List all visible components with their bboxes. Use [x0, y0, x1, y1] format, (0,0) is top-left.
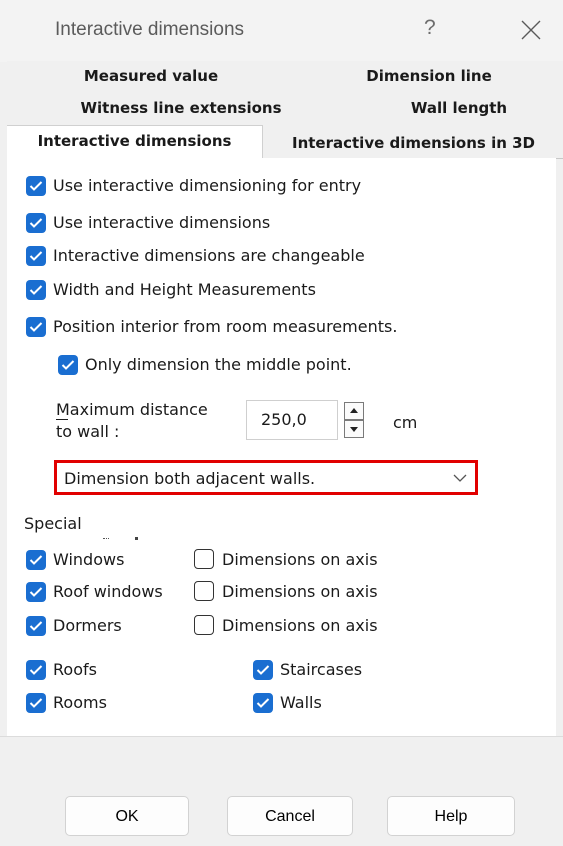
check-icon [29, 621, 43, 631]
checkbox-roofs[interactable] [26, 660, 46, 680]
label-dormers: Dormers [53, 616, 122, 635]
checkbox-changeable[interactable] [26, 246, 46, 266]
label-roof-windows: Roof windows [53, 582, 163, 601]
checkbox-position-interior[interactable] [26, 317, 46, 337]
check-icon [29, 665, 43, 675]
arrow-up-icon [350, 408, 358, 413]
check-icon [29, 555, 43, 565]
label-walls: Walls [280, 693, 322, 712]
label-roofs: Roofs [53, 660, 97, 679]
checkbox-roof-windows[interactable] [26, 582, 46, 602]
tab-witness-line-extensions[interactable]: Witness line extensions [7, 93, 355, 123]
ok-button[interactable]: OK [65, 796, 189, 836]
window-title: Interactive dimensions [55, 19, 245, 40]
checkbox-dormers-axis[interactable] [194, 615, 214, 635]
check-icon [29, 181, 43, 191]
max-distance-label-line1: Maximum distance [56, 400, 208, 419]
label-staircases: Staircases [280, 660, 363, 679]
arrow-down-icon [350, 427, 358, 432]
check-icon [29, 698, 43, 708]
label-dormers-axis: Dimensions on axis [222, 616, 378, 635]
spin-up-button[interactable] [344, 402, 364, 420]
tab-dimension-line[interactable]: Dimension line [295, 61, 563, 91]
checkbox-walls[interactable] [253, 693, 273, 713]
checkbox-rooms[interactable] [26, 693, 46, 713]
check-icon [256, 698, 270, 708]
max-distance-label: Maximum distance [56, 400, 208, 420]
label-windows-axis: Dimensions on axis [222, 550, 378, 569]
check-icon [61, 360, 75, 370]
adjacent-walls-dropdown[interactable]: Dimension both adjacent walls. [54, 460, 478, 495]
label-windows: Windows [53, 550, 125, 569]
help-button[interactable]: Help [387, 796, 515, 836]
mnemonic-underline [56, 419, 68, 420]
chevron-down-icon [453, 474, 467, 482]
dropdown-selected: Dimension both adjacent walls. [64, 469, 316, 488]
check-icon [256, 665, 270, 675]
checkbox-windows[interactable] [26, 550, 46, 570]
tab-panel [7, 158, 556, 736]
label-middle-point: Only dimension the middle point. [85, 355, 352, 374]
label-use-interactive: Use interactive dimensions [53, 213, 271, 232]
checkbox-interactive-entry[interactable] [26, 176, 46, 196]
label-roof-windows-axis: Dimensions on axis [222, 582, 378, 601]
checkbox-use-interactive[interactable] [26, 213, 46, 233]
group-box-line [103, 538, 109, 542]
footer-divider [0, 736, 563, 737]
label-interactive-entry: Use interactive dimensioning for entry [53, 176, 362, 195]
check-icon [29, 322, 43, 332]
tab-interactive-dimensions-3d[interactable]: Interactive dimensions in 3D [264, 128, 563, 159]
check-icon [29, 285, 43, 295]
help-icon[interactable]: ? [424, 16, 436, 40]
checkbox-staircases[interactable] [253, 660, 273, 680]
label-position-interior: Position interior from room measurements… [53, 317, 398, 336]
check-icon [29, 218, 43, 228]
label-width-height: Width and Height Measurements [53, 280, 316, 299]
group-box-mark [135, 537, 138, 540]
unit-label: cm [393, 413, 418, 432]
check-icon [29, 251, 43, 261]
label-rooms: Rooms [53, 693, 107, 712]
tab-interactive-dimensions[interactable]: Interactive dimensions [7, 125, 263, 159]
cancel-button[interactable]: Cancel [227, 796, 353, 836]
special-heading: Special [24, 514, 82, 533]
title-bar: Interactive dimensions ? [0, 0, 563, 62]
max-distance-input[interactable]: 250,0 [246, 400, 364, 440]
max-distance-value: 250,0 [261, 410, 307, 429]
checkbox-roof-windows-axis[interactable] [194, 581, 214, 601]
tab-wall-length[interactable]: Wall length [355, 93, 563, 123]
checkbox-width-height[interactable] [26, 280, 46, 300]
spin-down-button[interactable] [344, 420, 364, 438]
check-icon [29, 587, 43, 597]
tab-measured-value[interactable]: Measured value [7, 61, 295, 91]
close-icon[interactable] [519, 18, 543, 42]
label-changeable: Interactive dimensions are changeable [53, 246, 365, 265]
max-distance-label-line2: to wall : [56, 422, 120, 441]
checkbox-middle-point[interactable] [58, 355, 78, 375]
checkbox-windows-axis[interactable] [194, 549, 214, 569]
checkbox-dormers[interactable] [26, 616, 46, 636]
